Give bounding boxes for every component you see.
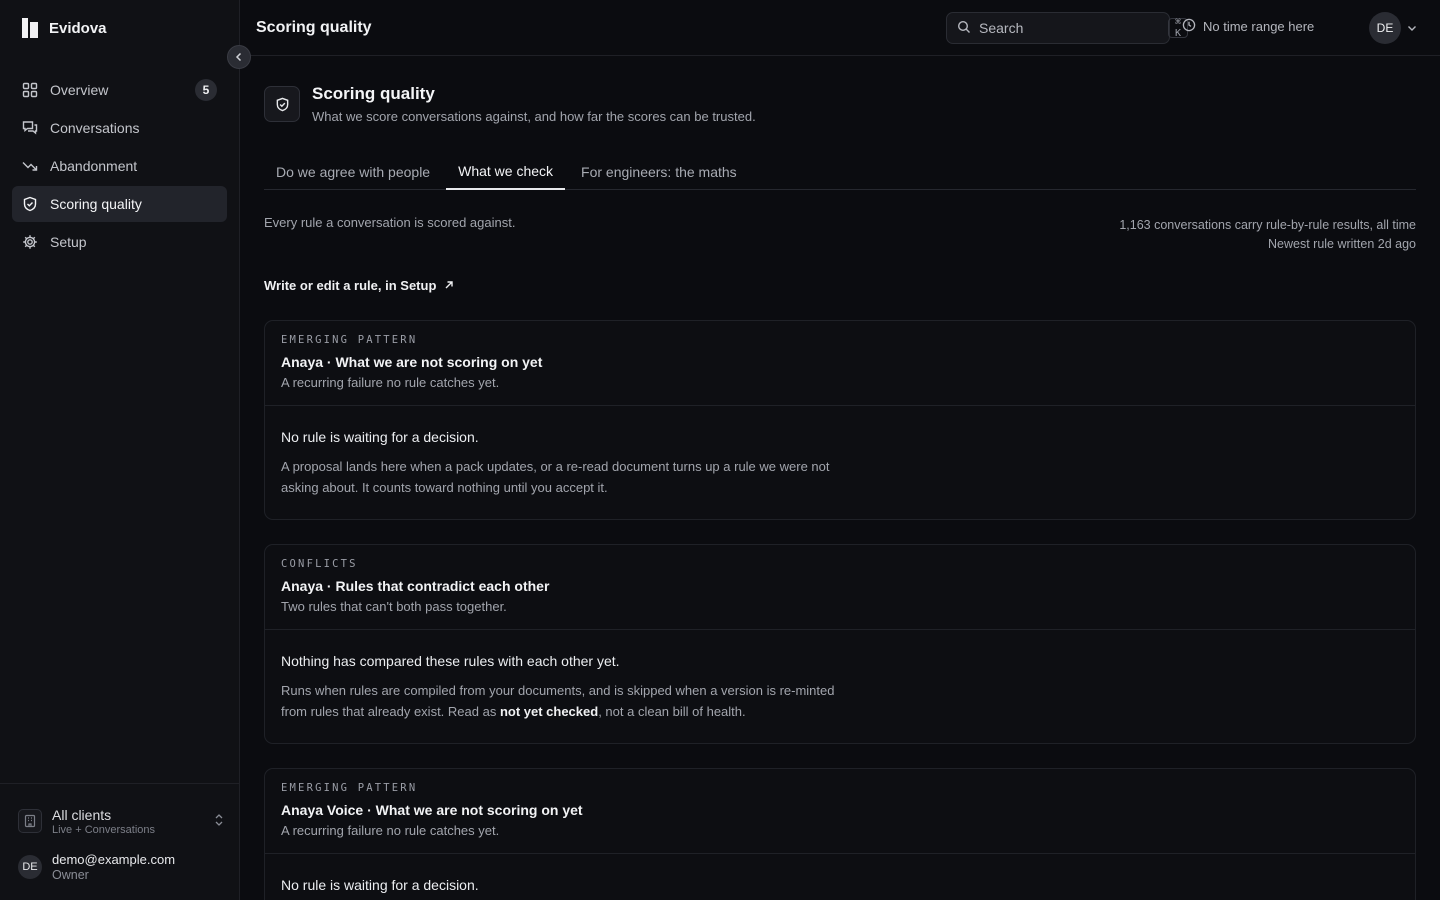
time-range-indicator[interactable]: No time range here — [1182, 18, 1314, 35]
sidebar-item-scoring-quality[interactable]: Scoring quality — [12, 186, 227, 222]
chat-bubbles-icon — [22, 120, 38, 136]
sidebar-item-label: Abandonment — [50, 158, 138, 174]
overview-count-badge: 5 — [195, 79, 217, 101]
avatar: DE — [18, 855, 42, 879]
user-role: Owner — [52, 868, 89, 882]
sidebar-collapse-button[interactable] — [227, 45, 251, 69]
sidebar-footer: All clients Live + Conversations DE demo… — [0, 783, 239, 900]
card-eyebrow: CONFLICTS — [281, 558, 358, 570]
sidebar-item-label: Conversations — [50, 120, 140, 136]
stats-newest-rule: Newest rule written 2d ago — [1268, 237, 1416, 251]
card-title: Anaya · What we are not scoring on yet — [281, 354, 543, 370]
page-subtitle: What we score conversations against, and… — [312, 109, 756, 124]
sidebar-item-label: Overview — [50, 82, 109, 98]
brand-name: Evidova — [49, 19, 107, 37]
building-icon — [18, 809, 42, 833]
card-eyebrow: EMERGING PATTERN — [281, 334, 418, 346]
sidebar-item-label: Scoring quality — [50, 196, 142, 212]
arrow-up-right-icon — [444, 278, 454, 293]
card-body-heading: No rule is waiting for a decision. — [281, 429, 479, 445]
card-title: Anaya Voice · What we are not scoring on… — [281, 802, 583, 818]
tab-what-we-check[interactable]: What we check — [446, 153, 566, 190]
sidebar-item-abandonment[interactable]: Abandonment — [12, 148, 227, 184]
client-name: All clients — [52, 806, 112, 823]
client-scope: Live + Conversations — [52, 823, 156, 836]
tab-agreement[interactable]: Do we agree with people — [264, 153, 442, 190]
section-intro: Every rule a conversation is scored agai… — [264, 215, 516, 230]
topbar-title: Scoring quality — [256, 18, 372, 36]
shield-check-icon — [22, 196, 38, 212]
time-range-label: No time range here — [1203, 19, 1315, 34]
conflicts-card: CONFLICTS Anaya · Rules that contradict … — [264, 544, 1416, 744]
page-title: Scoring quality — [312, 84, 435, 103]
clock-icon — [1182, 18, 1196, 35]
sidebar-item-label: Setup — [50, 234, 87, 250]
sidebar-nav: Overview 5 Conversations Abandonment Sco… — [12, 72, 227, 262]
card-subtitle: Two rules that can't both pass together. — [281, 599, 507, 614]
sidebar: Evidova Overview 5 Conversations Abandon… — [0, 0, 240, 900]
card-body-text: Runs when rules are compiled from your d… — [281, 680, 841, 722]
body-text-emphasis: not yet checked — [499, 704, 599, 719]
search-icon — [957, 20, 971, 37]
card-body-text: A proposal lands here when a pack update… — [281, 459, 830, 495]
tab-bar: Do we agree with people What we check Fo… — [264, 153, 1416, 190]
account-avatar[interactable]: DE — [1369, 12, 1401, 44]
chevron-down-icon[interactable] — [1406, 21, 1418, 37]
setup-rule-link[interactable]: Write or edit a rule, in Setup — [264, 278, 454, 293]
page-header: Scoring quality What we score conversati… — [264, 84, 756, 124]
sidebar-item-conversations[interactable]: Conversations — [12, 110, 227, 146]
emerging-pattern-card: EMERGING PATTERN Anaya · What we are not… — [264, 320, 1416, 520]
tab-engineers-maths[interactable]: For engineers: the maths — [569, 153, 749, 190]
setup-link-label: Write or edit a rule, in Setup — [264, 278, 437, 293]
card-subtitle: A recurring failure no rule catches yet. — [281, 375, 500, 390]
search-input[interactable] — [979, 20, 1160, 36]
client-switcher[interactable]: All clients Live + Conversations — [18, 804, 224, 838]
chevron-left-icon — [234, 49, 244, 65]
body-text-part: , not a clean bill of health. — [598, 704, 746, 719]
card-title: Anaya · Rules that contradict each other — [281, 578, 550, 594]
brand-logo-icon — [22, 18, 38, 38]
user-profile[interactable]: DE demo@example.com Owner — [18, 852, 175, 882]
card-subtitle: A recurring failure no rule catches yet. — [281, 823, 500, 838]
trend-down-icon — [22, 158, 38, 174]
gear-icon — [22, 234, 38, 250]
chevron-up-down-icon — [214, 813, 224, 830]
top-bar: Scoring quality ⌘ K No time range here D… — [240, 0, 1440, 56]
sidebar-item-setup[interactable]: Setup — [12, 224, 227, 260]
emerging-pattern-voice-card: EMERGING PATTERN Anaya Voice · What we a… — [264, 768, 1416, 900]
sidebar-item-overview[interactable]: Overview 5 — [12, 72, 227, 108]
search-box[interactable]: ⌘ K — [946, 12, 1189, 44]
grid-icon — [22, 82, 38, 98]
user-email: demo@example.com — [52, 852, 176, 867]
card-body-heading: No rule is waiting for a decision. — [281, 877, 479, 893]
shield-check-icon — [264, 86, 300, 122]
stats-conversations: 1,163 conversations carry rule-by-rule r… — [1119, 218, 1416, 232]
rule-stats: 1,163 conversations carry rule-by-rule r… — [1119, 216, 1416, 254]
card-body-heading: Nothing has compared these rules with ea… — [281, 653, 620, 669]
brand[interactable]: Evidova — [0, 0, 239, 56]
card-eyebrow: EMERGING PATTERN — [281, 782, 418, 794]
